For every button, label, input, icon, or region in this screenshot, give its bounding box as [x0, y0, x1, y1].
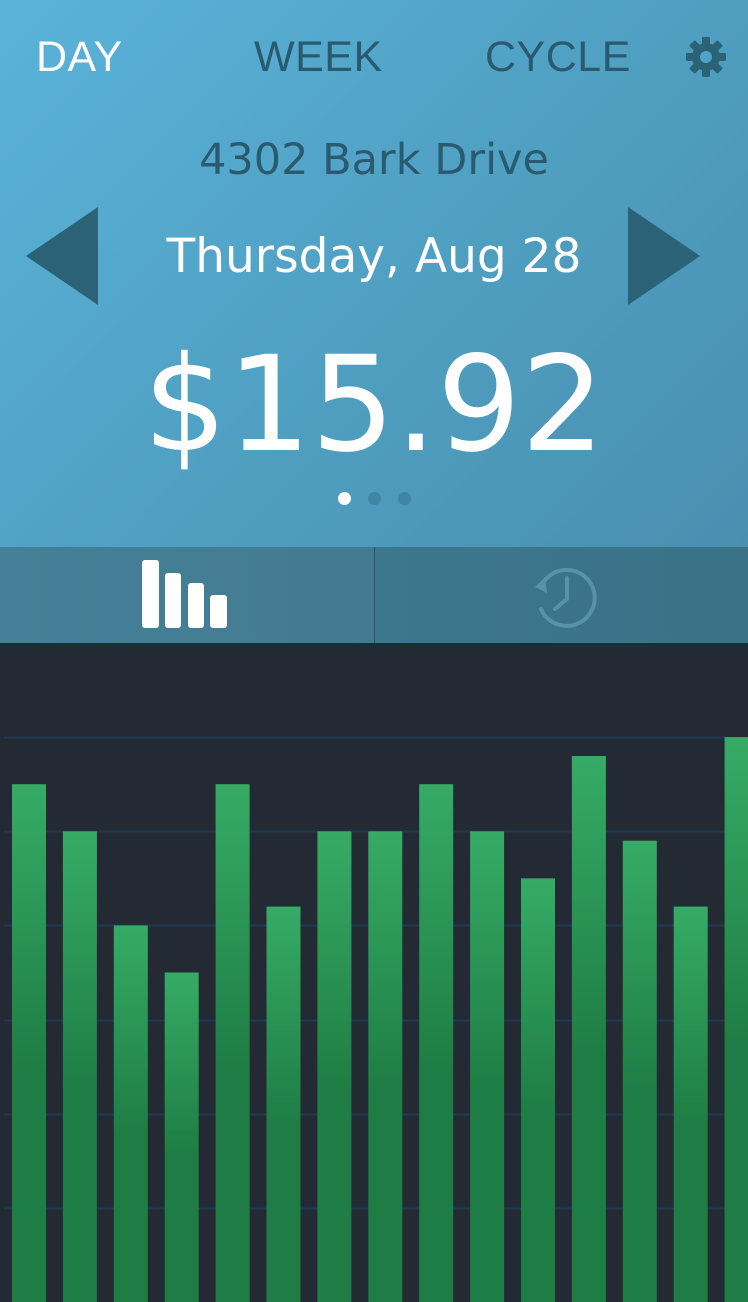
- address-label: 4302 Bark Drive: [199, 135, 549, 185]
- history-clock-icon: [535, 567, 597, 628]
- usage-bar-12[interactable]: [571, 756, 606, 1302]
- usage-bar-7[interactable]: [317, 831, 352, 1302]
- usage-bar-4[interactable]: [164, 972, 199, 1302]
- usage-bar-10[interactable]: [470, 831, 505, 1302]
- usage-bar-15[interactable]: [724, 737, 748, 1302]
- usage-bar-13[interactable]: [622, 840, 657, 1302]
- bar-chart-icon: [142, 560, 227, 628]
- usage-bar-8[interactable]: [368, 831, 403, 1302]
- page-dot-1[interactable]: [337, 492, 351, 505]
- usage-bar-chart: [4, 736, 748, 1302]
- usage-bar-2[interactable]: [62, 831, 97, 1302]
- page-dot-3[interactable]: [397, 492, 411, 505]
- usage-bar-5[interactable]: [215, 784, 250, 1302]
- usage-chart: [0, 643, 748, 1302]
- tab-cycle[interactable]: CYCLE: [485, 30, 631, 84]
- gear-icon[interactable]: [684, 35, 728, 79]
- usage-bar-3[interactable]: [113, 925, 148, 1302]
- page-dot-2[interactable]: [367, 492, 381, 505]
- toggle-bar-chart[interactable]: [0, 547, 374, 643]
- tab-week[interactable]: WEEK: [254, 30, 383, 84]
- energy-screen: DAY WEEK CYCLE 4302 Bark Drive Thursday,…: [0, 0, 748, 1302]
- cost-amount: $15.92: [143, 328, 605, 482]
- usage-bar-14[interactable]: [673, 906, 708, 1302]
- usage-bar-1[interactable]: [12, 784, 46, 1302]
- view-toggle-bar: [0, 547, 748, 643]
- triangle-left-icon[interactable]: [26, 207, 98, 305]
- usage-bar-6[interactable]: [266, 906, 301, 1302]
- header-panel: DAY WEEK CYCLE 4302 Bark Drive Thursday,…: [0, 0, 748, 547]
- toggle-history[interactable]: [375, 547, 748, 643]
- usage-bar-9[interactable]: [419, 784, 454, 1302]
- usage-bar-11[interactable]: [521, 878, 555, 1302]
- triangle-right-icon[interactable]: [628, 207, 700, 305]
- date-label: Thursday, Aug 28: [166, 229, 582, 284]
- page-indicator: [0, 492, 748, 505]
- tab-day[interactable]: DAY: [36, 30, 123, 84]
